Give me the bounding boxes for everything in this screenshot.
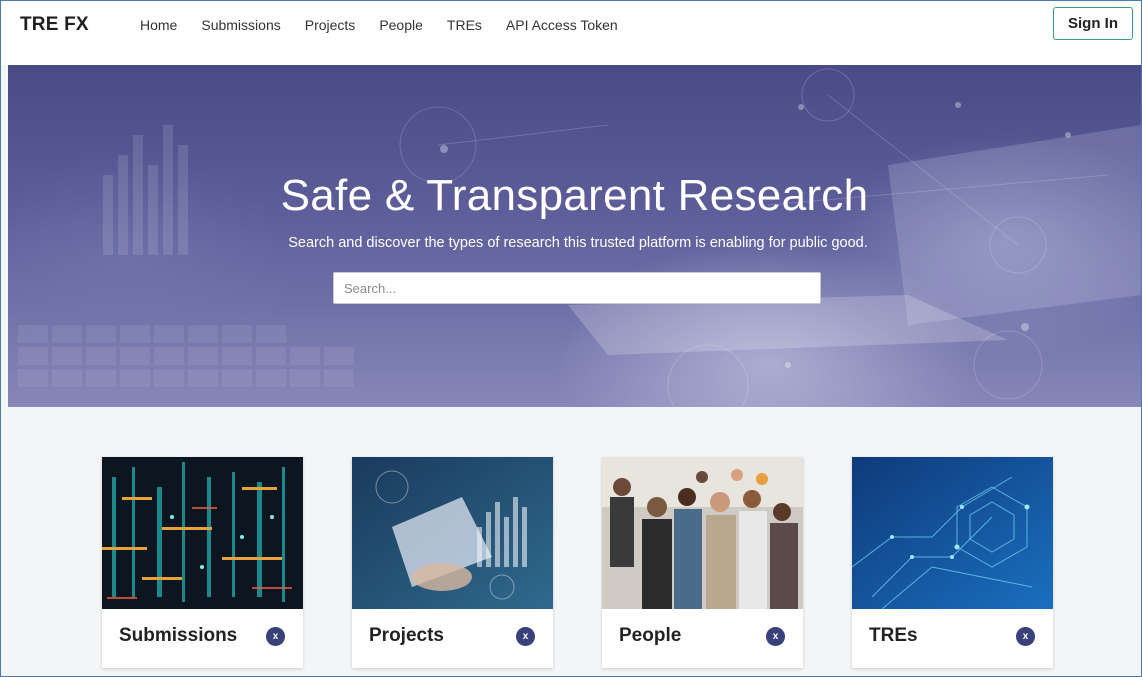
close-icon[interactable]: x	[266, 627, 285, 646]
nav-link-people[interactable]: People	[379, 17, 423, 33]
hero-subtitle: Search and discover the types of researc…	[288, 235, 868, 251]
search-input[interactable]	[333, 272, 821, 304]
sign-in-button[interactable]: Sign In	[1053, 7, 1133, 40]
card-label-tres: TREs	[869, 625, 918, 646]
projects-image	[352, 457, 553, 609]
card-label-submissions: Submissions	[119, 625, 238, 646]
card-label-people: People	[619, 625, 682, 646]
navbar: TRE FX Home Submissions Projects People …	[1, 1, 1141, 65]
nav-link-home[interactable]: Home	[140, 17, 177, 33]
card-label-projects: Projects	[369, 625, 444, 646]
nav-links: Home Submissions Projects People TREs AP…	[140, 17, 642, 33]
nav-link-projects[interactable]: Projects	[305, 17, 356, 33]
close-icon[interactable]: x	[766, 627, 785, 646]
card-tres[interactable]: TREs x	[852, 457, 1053, 668]
close-icon[interactable]: x	[1016, 627, 1035, 646]
submissions-image	[102, 457, 303, 609]
card-projects[interactable]: Projects x	[352, 457, 553, 668]
app-frame: TRE FX Home Submissions Projects People …	[0, 0, 1142, 677]
card-people[interactable]: People x	[602, 457, 803, 668]
hero-banner: Safe & Transparent Research Search and d…	[8, 65, 1141, 407]
nav-link-tres[interactable]: TREs	[447, 17, 482, 33]
tres-image	[852, 457, 1053, 609]
close-icon[interactable]: x	[516, 627, 535, 646]
people-image	[602, 457, 803, 609]
card-submissions[interactable]: Submissions x	[102, 457, 303, 668]
nav-link-submissions[interactable]: Submissions	[201, 17, 280, 33]
hero-title: Safe & Transparent Research	[280, 171, 869, 220]
brand-logo[interactable]: TRE FX	[20, 14, 89, 36]
nav-link-api-access-token[interactable]: API Access Token	[506, 17, 618, 33]
